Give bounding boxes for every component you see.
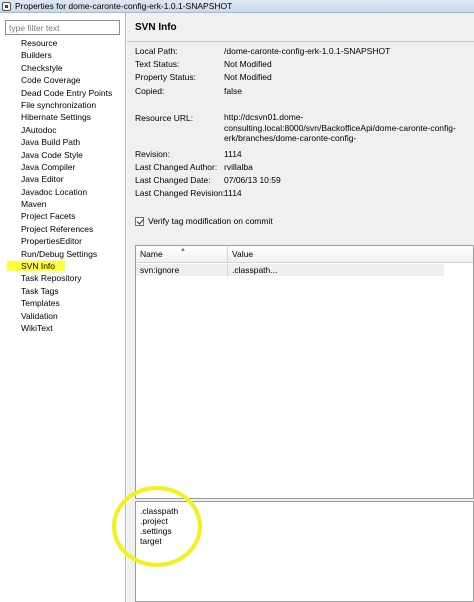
last-changed-revision-value: 1114 <box>224 188 242 198</box>
property-value-text[interactable]: .classpath .project .settings target <box>135 501 474 602</box>
nav-item-label: Resource <box>21 38 58 48</box>
revision-label: Revision: <box>135 149 170 159</box>
column-header-name[interactable]: ▲ Name <box>136 246 228 263</box>
value-line: target <box>140 536 162 546</box>
column-header-name-label: Name <box>140 249 163 259</box>
nav-item-label: Java Editor <box>21 174 64 185</box>
last-changed-date-label: Last Changed Date: <box>135 175 211 185</box>
nav-item[interactable]: Task Repository <box>0 272 125 284</box>
nav-item-label: Validation <box>21 310 58 321</box>
verify-tag-checkbox[interactable] <box>135 216 144 226</box>
nav-item[interactable]: Project References <box>0 223 125 235</box>
nav-item-label: Task Tags <box>21 285 59 296</box>
value-line: .project <box>140 516 168 526</box>
value-line: .settings <box>140 526 172 536</box>
filter-input[interactable] <box>5 20 120 35</box>
nav-item[interactable]: Run/Debug Settings <box>0 248 125 260</box>
verify-tag-option[interactable]: Verify tag modification on commit <box>135 216 273 226</box>
nav-item-label: Maven <box>21 199 47 210</box>
preferences-nav-list: Resource Builders Checkstyle Code Coverage D… <box>0 37 125 334</box>
last-changed-revision-label: Last Changed Revision: <box>135 188 226 198</box>
page-title: SVN Info <box>135 22 177 33</box>
nav-item[interactable]: Java Build Path <box>0 136 125 148</box>
text-status-label: Text Status: <box>135 59 180 69</box>
nav-item-label: Project Facets <box>21 211 76 222</box>
nav-item-label: Java Code Style <box>21 149 83 160</box>
nav-item-label: Java Compiler <box>21 161 76 172</box>
revision-value: 1114 <box>224 149 242 159</box>
svn-info-page: SVN Info Local Path: /dome-caronte-confi… <box>127 13 474 602</box>
nav-item-label: WikiText <box>21 322 53 333</box>
property-value-cell: .classpath... <box>232 265 278 275</box>
nav-item[interactable]: SVN Info <box>0 260 125 272</box>
nav-item[interactable]: Templates <box>0 297 125 309</box>
column-header-value-label: Value <box>232 249 254 259</box>
nav-item-label: Java Build Path <box>21 137 81 148</box>
value-line: .classpath <box>140 506 179 516</box>
property-status-label: Property Status: <box>135 72 196 82</box>
nav-item-label: Checkstyle <box>21 62 63 73</box>
properties-table-header: ▲ Name Value <box>136 246 473 263</box>
nav-item-label: PropertiesEditor <box>21 236 82 247</box>
column-header-value[interactable]: Value <box>228 246 473 263</box>
nav-item[interactable]: Java Code Style <box>0 149 125 161</box>
last-changed-author-label: Last Changed Author: <box>135 162 218 172</box>
nav-item[interactable]: File synchronization <box>0 99 125 111</box>
nav-item-label: JAutodoc <box>21 124 57 135</box>
nav-item-label: Javadoc Location <box>21 186 88 197</box>
nav-item[interactable]: Task Tags <box>0 285 125 297</box>
nav-item-label: Dead Code Entry Points <box>21 87 113 98</box>
nav-item-label: Task Repository <box>21 273 82 284</box>
nav-item[interactable]: Resource <box>0 37 125 49</box>
nav-item[interactable]: Java Editor <box>0 173 125 185</box>
nav-item-label: Project References <box>21 223 94 234</box>
properties-table[interactable]: ▲ Name Value svn:ignore .classpath... <box>135 245 474 499</box>
nav-item-label: Code Coverage <box>21 75 81 86</box>
sort-ascending-icon: ▲ <box>180 247 186 253</box>
nav-item[interactable]: Project Facets <box>0 210 125 222</box>
nav-item[interactable]: WikiText <box>0 322 125 334</box>
copied-value: false <box>224 86 242 96</box>
window-title: Properties for dome-caronte-config-erk-1… <box>15 1 233 11</box>
verify-tag-label: Verify tag modification on commit <box>148 216 273 226</box>
nav-item[interactable]: JAutodoc <box>0 124 125 136</box>
property-status-value: Not Modified <box>224 72 272 82</box>
nav-item[interactable]: Checkstyle <box>0 62 125 74</box>
nav-item[interactable]: Code Coverage <box>0 74 125 86</box>
nav-item-label: File synchronization <box>21 99 97 110</box>
nav-item[interactable]: Builders <box>0 49 125 61</box>
local-path-label: Local Path: <box>135 46 178 56</box>
nav-item[interactable]: PropertiesEditor <box>0 235 125 247</box>
nav-item[interactable]: Hibernate Settings <box>0 111 125 123</box>
nav-item-label: Hibernate Settings <box>21 112 91 123</box>
nav-item[interactable]: Maven <box>0 198 125 210</box>
last-changed-author-value: rvillalba <box>224 162 253 172</box>
nav-item[interactable]: Java Compiler <box>0 161 125 173</box>
last-changed-date-value: 07/06/13 10:59 <box>224 175 281 185</box>
nav-item-label: Templates <box>21 298 60 309</box>
resource-url-value: http://dcsvn01.dome-consulting.local:800… <box>224 112 456 143</box>
property-name-cell: svn:ignore <box>136 264 228 276</box>
nav-item-label: Run/Debug Settings <box>21 248 98 259</box>
nav-item[interactable]: Dead Code Entry Points <box>0 87 125 99</box>
text-status-value: Not Modified <box>224 59 272 69</box>
nav-item[interactable]: Validation <box>0 310 125 322</box>
app-icon <box>2 1 11 11</box>
local-path-value: /dome-caronte-config-erk-1.0.1-SNAPSHOT <box>224 46 391 56</box>
table-row[interactable]: svn:ignore .classpath... <box>136 264 444 276</box>
nav-item-label: SVN Info <box>7 261 66 272</box>
nav-item[interactable]: Javadoc Location <box>0 186 125 198</box>
preferences-nav-pane: Resource BuildersCheckstyle Code CoverageD… <box>0 13 126 602</box>
nav-item-label: Builders <box>21 50 52 61</box>
copied-label: Copied: <box>135 86 165 96</box>
resource-url-label: Resource URL: <box>135 113 194 123</box>
window-titlebar: Properties for dome-caronte-config-erk-1… <box>0 0 474 13</box>
page-header: SVN Info <box>127 13 474 42</box>
